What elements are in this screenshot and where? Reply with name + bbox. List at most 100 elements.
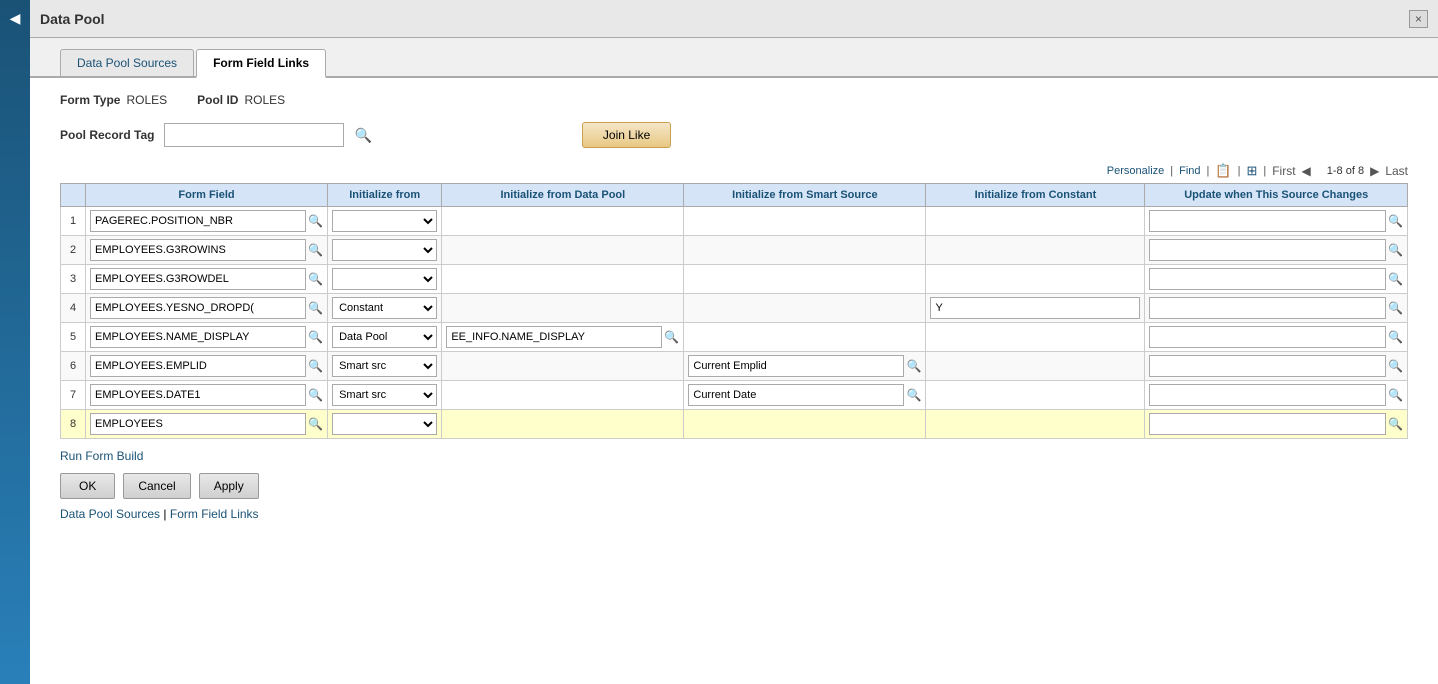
form-field-input[interactable] <box>90 239 306 261</box>
table-row: 5🔍ConstantData PoolSmart src🔍🔍 <box>61 323 1408 352</box>
update-source-input[interactable] <box>1149 210 1386 232</box>
initialize-from-select[interactable]: ConstantData PoolSmart src <box>332 268 437 290</box>
bottom-data-pool-sources-link[interactable]: Data Pool Sources <box>60 507 160 521</box>
cell-initialize-from: ConstantData PoolSmart src <box>328 236 442 265</box>
form-field-search-icon[interactable]: 🔍 <box>308 301 323 315</box>
form-field-input[interactable] <box>90 413 306 435</box>
last-nav-button[interactable]: Last <box>1385 164 1408 178</box>
view-icon[interactable]: 📋 <box>1215 163 1231 179</box>
update-source-search-icon[interactable]: 🔍 <box>1388 272 1403 286</box>
bottom-form-field-links-link[interactable]: Form Field Links <box>170 507 259 521</box>
col-init-data-pool: Initialize from Data Pool <box>442 184 684 207</box>
update-source-search-icon[interactable]: 🔍 <box>1388 301 1403 315</box>
update-source-search-icon[interactable]: 🔍 <box>1388 330 1403 344</box>
prev-nav-button[interactable]: ◀ <box>1302 164 1311 178</box>
row-number: 1 <box>61 207 86 236</box>
update-source-input[interactable] <box>1149 384 1386 406</box>
form-field-input[interactable] <box>90 210 306 232</box>
form-field-search-icon[interactable]: 🔍 <box>308 272 323 286</box>
initialize-from-select[interactable]: ConstantData PoolSmart src <box>332 297 437 319</box>
update-source-input[interactable] <box>1149 355 1386 377</box>
update-source-input[interactable] <box>1149 297 1386 319</box>
col-rownum <box>61 184 86 207</box>
form-field-input[interactable] <box>90 297 306 319</box>
cell-init-data-pool <box>442 294 684 323</box>
init-constant-input[interactable] <box>930 297 1140 319</box>
update-source-search-icon[interactable]: 🔍 <box>1388 359 1403 373</box>
cell-init-smart-source <box>684 265 926 294</box>
form-field-search-icon[interactable]: 🔍 <box>308 359 323 373</box>
table-row: 6🔍ConstantData PoolSmart src🔍🔍 <box>61 352 1408 381</box>
update-source-search-icon[interactable]: 🔍 <box>1388 214 1403 228</box>
nav-arrow[interactable]: ◀ <box>10 10 21 27</box>
tab-form-field-links[interactable]: Form Field Links <box>196 49 326 78</box>
run-form-build-link[interactable]: Run Form Build <box>60 449 143 463</box>
cell-init-constant <box>926 323 1145 352</box>
cell-form-field: 🔍 <box>86 381 328 410</box>
find-link[interactable]: Find <box>1179 165 1200 177</box>
init-data-pool-input[interactable] <box>446 326 662 348</box>
first-nav-button[interactable]: First <box>1272 164 1295 178</box>
cell-initialize-from: ConstantData PoolSmart src <box>328 207 442 236</box>
cell-init-smart-source <box>684 207 926 236</box>
init-smart-source-input[interactable] <box>688 355 904 377</box>
cell-update-source: 🔍 <box>1145 207 1408 236</box>
ok-button[interactable]: OK <box>60 473 115 499</box>
update-source-search-icon[interactable]: 🔍 <box>1388 243 1403 257</box>
cell-init-data-pool <box>442 207 684 236</box>
pool-record-tag-input[interactable] <box>164 123 344 147</box>
close-button[interactable]: × <box>1409 10 1428 28</box>
form-field-search-icon[interactable]: 🔍 <box>308 417 323 431</box>
join-like-button[interactable]: Join Like <box>582 122 671 148</box>
init-smart-source-search-icon[interactable]: 🔍 <box>906 359 921 373</box>
form-field-search-icon[interactable]: 🔍 <box>308 388 323 402</box>
cell-init-constant <box>926 381 1145 410</box>
cell-init-smart-source: 🔍 <box>684 381 926 410</box>
update-source-input[interactable] <box>1149 326 1386 348</box>
form-field-input[interactable] <box>90 384 306 406</box>
personalize-link[interactable]: Personalize <box>1107 165 1164 177</box>
initialize-from-select[interactable]: ConstantData PoolSmart src <box>332 384 437 406</box>
grid-icon[interactable]: ⊞ <box>1246 163 1257 179</box>
cell-init-data-pool <box>442 352 684 381</box>
cell-init-data-pool <box>442 381 684 410</box>
form-field-search-icon[interactable]: 🔍 <box>308 214 323 228</box>
form-field-input[interactable] <box>90 268 306 290</box>
init-smart-source-search-icon[interactable]: 🔍 <box>906 388 921 402</box>
next-nav-button[interactable]: ▶ <box>1370 164 1379 178</box>
title-bar: Data Pool × <box>30 0 1438 38</box>
form-field-search-icon[interactable]: 🔍 <box>308 243 323 257</box>
apply-button[interactable]: Apply <box>199 473 259 499</box>
update-source-search-icon[interactable]: 🔍 <box>1388 417 1403 431</box>
update-source-search-icon[interactable]: 🔍 <box>1388 388 1403 402</box>
initialize-from-select[interactable]: ConstantData PoolSmart src <box>332 413 437 435</box>
init-smart-source-input[interactable] <box>688 384 904 406</box>
table-row: 2 🔍 ConstantData PoolSmart src 🔍 <box>61 236 1408 265</box>
cell-init-data-pool <box>442 236 684 265</box>
cell-update-source: 🔍 <box>1145 265 1408 294</box>
cell-init-data-pool <box>442 410 684 439</box>
update-source-input[interactable] <box>1149 268 1386 290</box>
update-source-input[interactable] <box>1149 239 1386 261</box>
form-field-input[interactable] <box>90 326 306 348</box>
initialize-from-select[interactable]: ConstantData PoolSmart src <box>332 210 437 232</box>
initialize-from-select[interactable]: ConstantData PoolSmart src <box>332 355 437 377</box>
row-number: 2 <box>61 236 86 265</box>
cell-update-source: 🔍 <box>1145 294 1408 323</box>
init-data-pool-search-icon[interactable]: 🔍 <box>664 330 679 344</box>
col-init-smart-source: Initialize from Smart Source <box>684 184 926 207</box>
tab-data-pool-sources[interactable]: Data Pool Sources <box>60 49 194 76</box>
cell-initialize-from: ConstantData PoolSmart src <box>328 410 442 439</box>
pool-record-search-icon[interactable]: 🔍 <box>354 127 371 144</box>
initialize-from-select[interactable]: ConstantData PoolSmart src <box>332 326 437 348</box>
cancel-button[interactable]: Cancel <box>123 473 190 499</box>
form-field-search-icon[interactable]: 🔍 <box>308 330 323 344</box>
form-field-input[interactable] <box>90 355 306 377</box>
cell-initialize-from: ConstantData PoolSmart src <box>328 381 442 410</box>
initialize-from-select[interactable]: ConstantData PoolSmart src <box>332 239 437 261</box>
table-row: 7🔍ConstantData PoolSmart src🔍🔍 <box>61 381 1408 410</box>
cell-init-constant <box>926 265 1145 294</box>
content-area: Form Type ROLES Pool ID ROLES Pool Recor… <box>30 78 1438 684</box>
cell-form-field: 🔍 <box>86 410 328 439</box>
update-source-input[interactable] <box>1149 413 1386 435</box>
